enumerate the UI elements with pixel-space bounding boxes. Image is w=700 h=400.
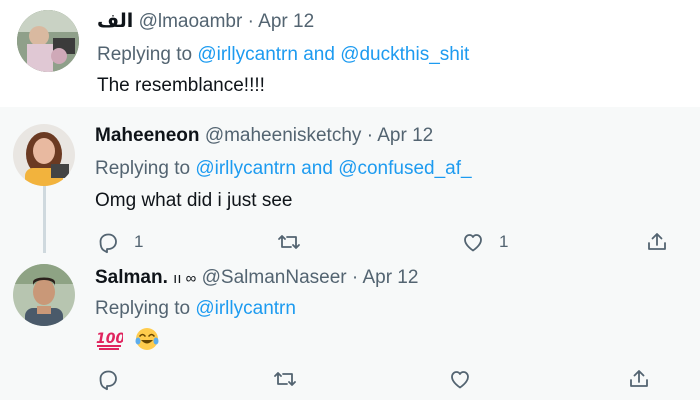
mention-link[interactable]: @irllycantrn <box>195 158 296 179</box>
tweet-text: Omg what did i just see <box>95 190 293 211</box>
svg-text:100: 100 <box>96 331 123 347</box>
share-button[interactable] <box>627 367 651 391</box>
replying-to: Replying to @irllycantrn <box>95 298 296 320</box>
separator: · <box>247 11 254 32</box>
mention-link[interactable]: @confused_af_ <box>338 158 471 179</box>
retweet-button[interactable] <box>273 367 297 391</box>
like-icon <box>451 371 469 389</box>
like-count: 1 <box>499 232 509 251</box>
timestamp[interactable]: Apr 12 <box>362 267 418 288</box>
retweet-icon <box>274 372 296 386</box>
share-icon <box>630 370 648 387</box>
handle[interactable]: @lmaoambr <box>139 11 243 32</box>
avatar[interactable] <box>13 264 75 326</box>
display-name[interactable]: الف <box>97 11 133 32</box>
share-icon <box>648 233 666 250</box>
tweet-text: 100 <box>95 326 160 352</box>
timestamp[interactable]: Apr 12 <box>377 125 433 146</box>
name-emoji-suffix: ıı ∞ <box>173 270 197 287</box>
separator: · <box>351 267 359 288</box>
display-name[interactable]: Maheeneon <box>95 125 200 146</box>
mention-link[interactable]: @irllycantrn <box>197 44 298 65</box>
tweet-text: The resemblance!!!! <box>97 75 265 96</box>
timestamp[interactable]: Apr 12 <box>258 11 314 32</box>
handle[interactable]: @SalmanNaseer <box>202 267 347 288</box>
mention-link[interactable]: @irllycantrn <box>195 298 296 319</box>
like-icon <box>464 234 482 252</box>
handle[interactable]: @maheenisketchy <box>205 125 362 146</box>
retweet-button[interactable] <box>277 230 301 254</box>
tweet-1[interactable]: الف @lmaoambr · Apr 12 Replying to @irll… <box>0 0 700 107</box>
replying-to-label: Replying to <box>95 298 191 319</box>
mention-link[interactable]: @duckthis_shit <box>340 44 469 65</box>
replying-to: Replying to @irllycantrn and @confused_a… <box>95 158 472 180</box>
retweet-icon <box>278 235 300 249</box>
avatar-photo <box>13 124 75 186</box>
replying-to-label: Replying to <box>95 158 191 179</box>
avatar-photo <box>17 10 79 72</box>
hundred-points-emoji: 100 <box>96 331 123 350</box>
avatar[interactable] <box>13 124 75 186</box>
replying-to-label: Replying to <box>97 44 193 65</box>
reply-button[interactable] <box>96 367 120 391</box>
reply-count: 1 <box>134 232 144 251</box>
reply-icon <box>99 370 117 391</box>
mention-joiner: and <box>301 158 333 179</box>
reply-icon <box>99 233 117 254</box>
separator: · <box>366 125 374 146</box>
mention-joiner: and <box>303 44 335 65</box>
display-name[interactable]: Salman. <box>95 267 168 288</box>
replying-to: Replying to @irllycantrn and @duckthis_s… <box>97 44 469 66</box>
reply-button[interactable]: 1 <box>96 230 143 254</box>
like-button[interactable] <box>448 367 472 391</box>
tweet-header: Maheeneon @maheenisketchy · Apr 12 <box>95 125 433 147</box>
share-button[interactable] <box>645 230 669 254</box>
tweet-header: الف @lmaoambr · Apr 12 <box>97 10 314 33</box>
avatar[interactable] <box>17 10 79 72</box>
thread-connector-line <box>43 186 46 253</box>
avatar-photo <box>13 264 75 326</box>
like-button[interactable]: 1 <box>461 230 508 254</box>
tears-of-joy-emoji <box>135 328 159 350</box>
tweet-header: Salman. ıı ∞ @SalmanNaseer · Apr 12 <box>95 267 418 289</box>
